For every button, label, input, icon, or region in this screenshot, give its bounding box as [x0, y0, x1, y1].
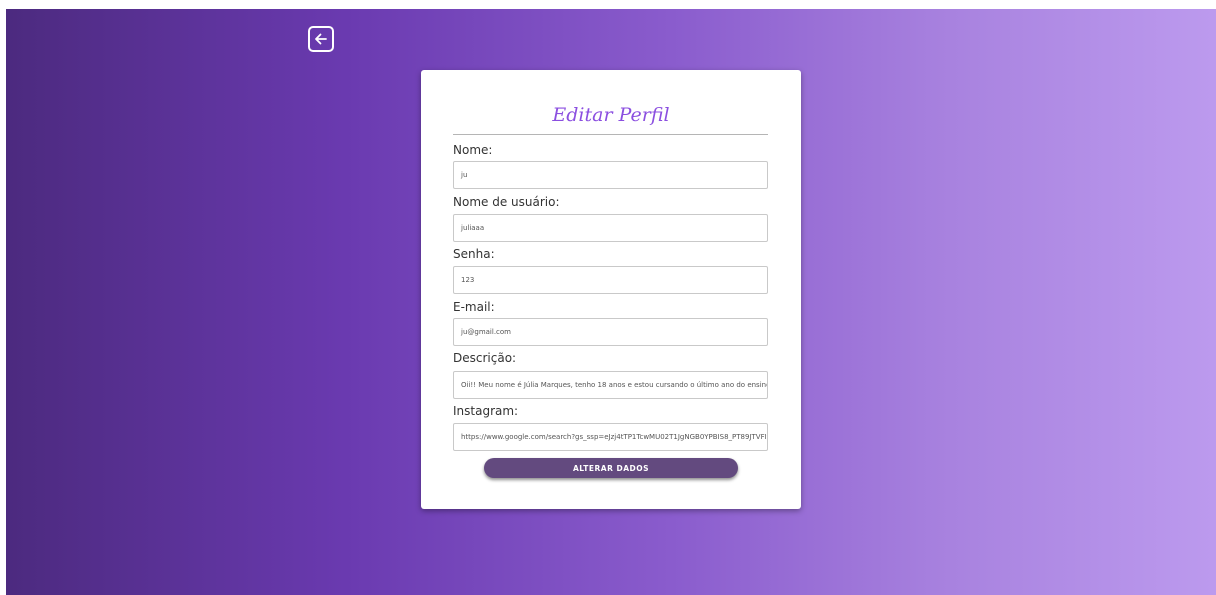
- username-label: Nome de usuário:: [453, 195, 560, 209]
- password-input[interactable]: 123: [453, 266, 768, 294]
- instagram-label: Instagram:: [453, 404, 519, 418]
- description-label: Descrição:: [453, 351, 517, 365]
- email-label: E-mail:: [453, 300, 495, 314]
- password-label: Senha:: [453, 247, 495, 261]
- name-input[interactable]: ju: [453, 161, 768, 189]
- arrow-left-icon: [315, 33, 327, 45]
- page-title: Editar Perfil: [552, 104, 670, 126]
- title-divider: [453, 134, 768, 135]
- card-title-container: Editar Perfil: [421, 104, 801, 126]
- alter-data-button[interactable]: ALTERAR DADOS: [484, 458, 738, 478]
- description-input[interactable]: Oii!! Meu nome é Júlia Marques, tenho 18…: [453, 371, 768, 399]
- username-input[interactable]: juliaaa: [453, 214, 768, 242]
- instagram-input[interactable]: https://www.google.com/search?gs_ssp=eJz…: [453, 423, 768, 451]
- back-button[interactable]: [308, 26, 334, 52]
- name-label: Nome:: [453, 143, 493, 157]
- email-input[interactable]: ju@gmail.com: [453, 318, 768, 346]
